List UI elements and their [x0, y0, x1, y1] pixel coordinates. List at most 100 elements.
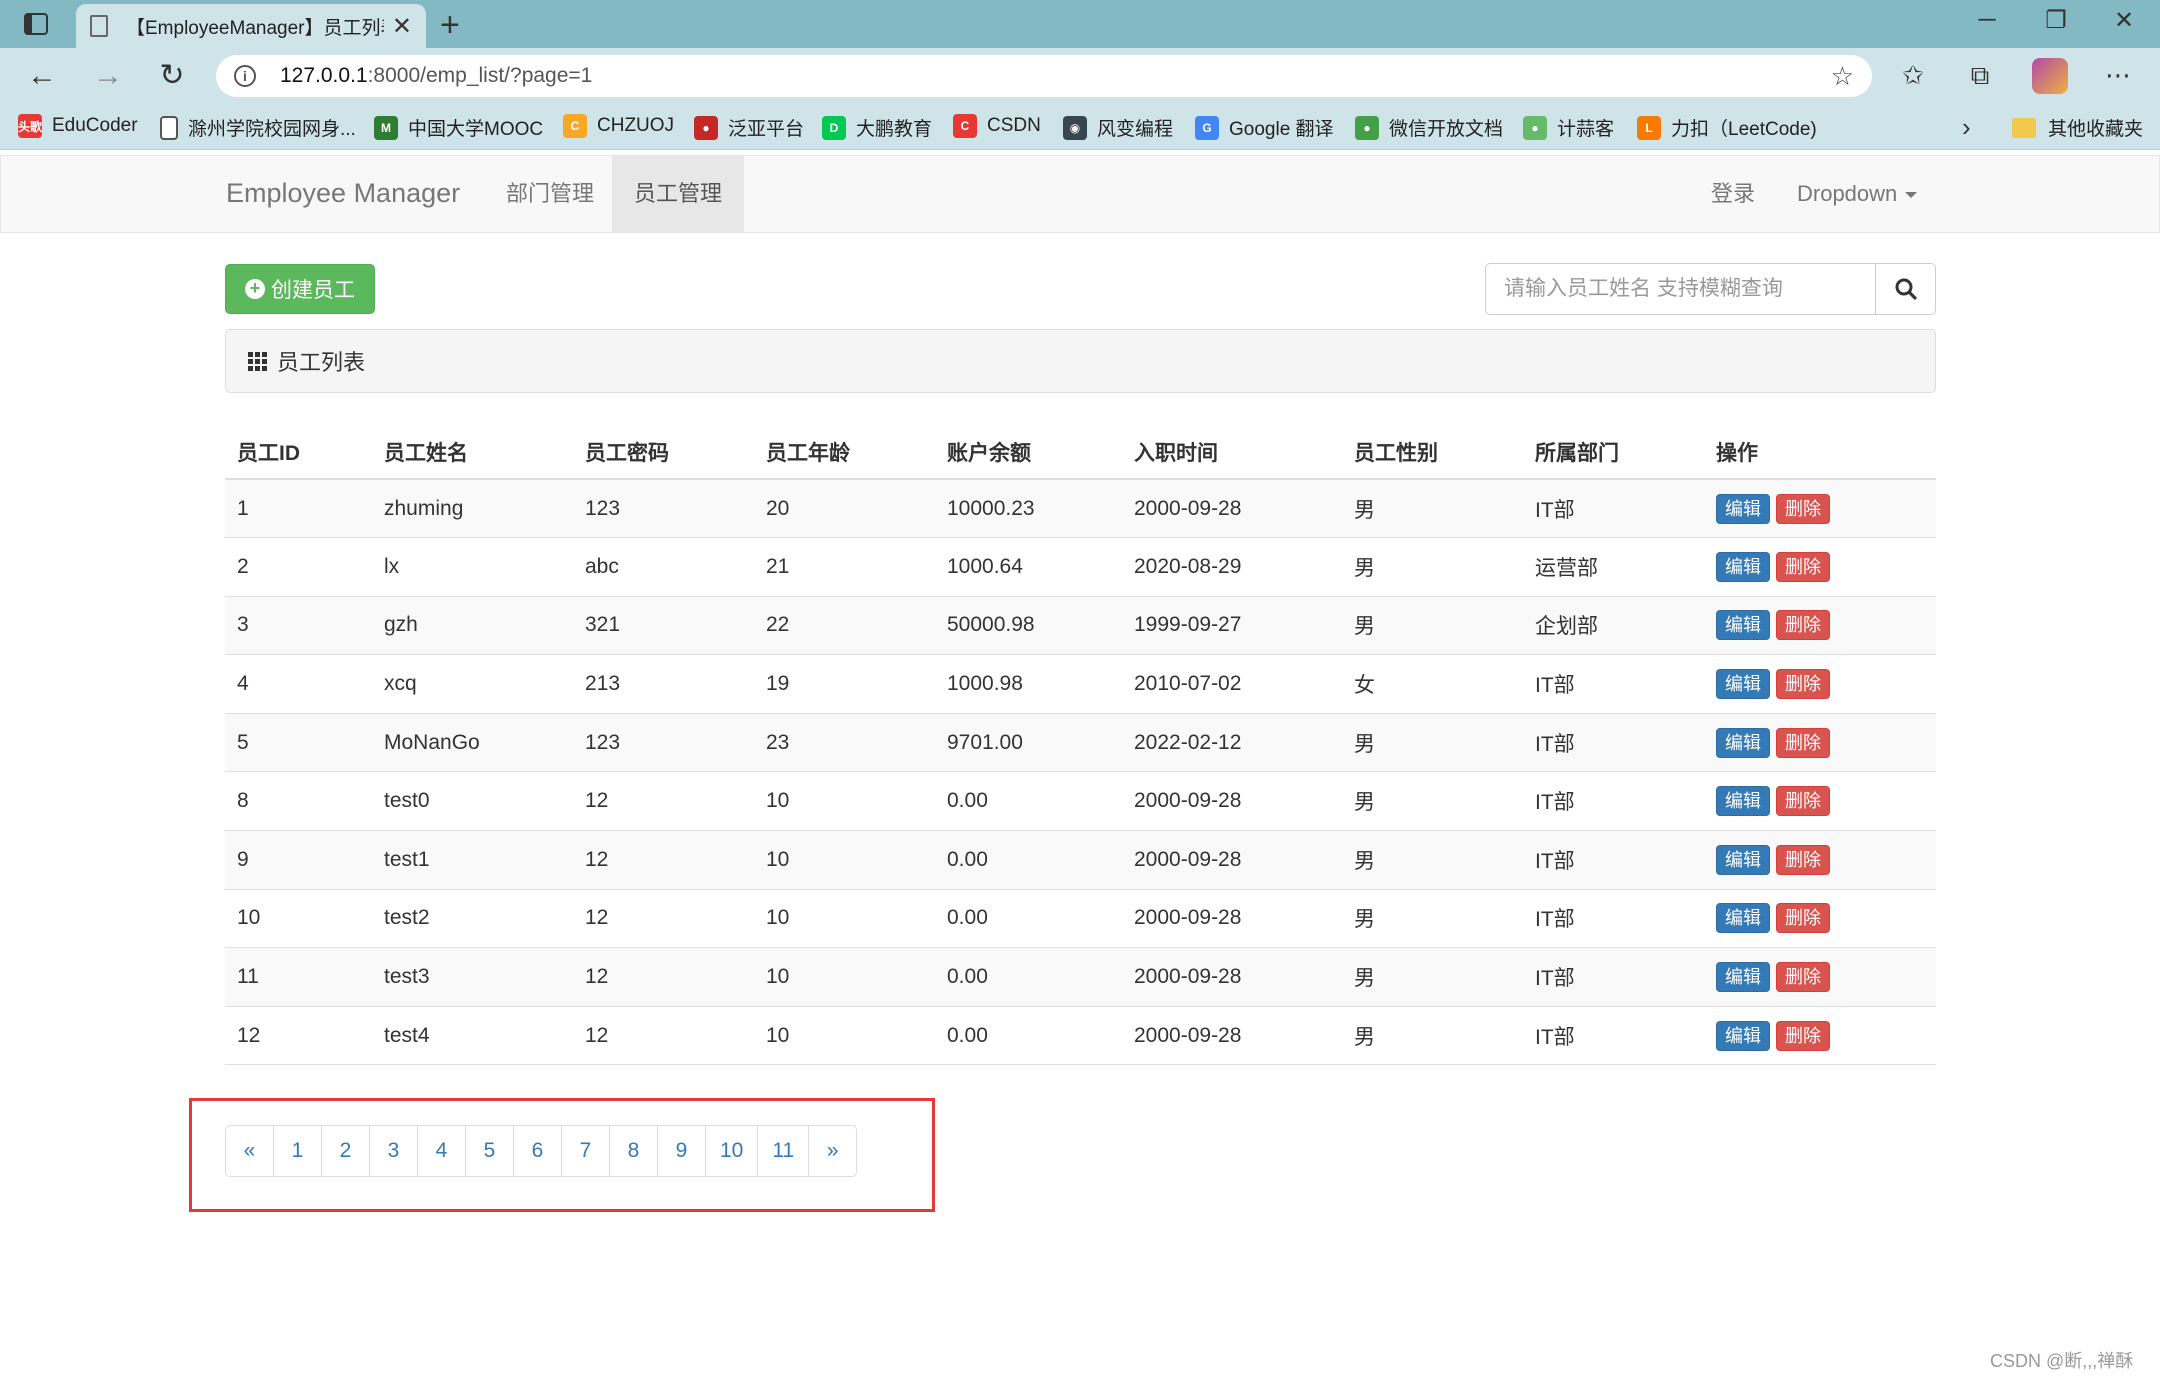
refresh-button[interactable]: ↻: [152, 58, 192, 94]
search-icon: [1895, 278, 1917, 300]
page-link[interactable]: 5: [465, 1125, 514, 1177]
page-link[interactable]: 11: [757, 1125, 810, 1177]
browser-tab[interactable]: 【EmployeeManager】员工列表 ✕: [76, 4, 426, 48]
add-favorite-icon[interactable]: ☆: [1831, 61, 1854, 92]
table-cell: 2000-09-28: [1122, 771, 1342, 832]
csdn-icon: C: [953, 114, 977, 138]
delete-button[interactable]: 删除: [1776, 962, 1830, 993]
forward-button[interactable]: →: [88, 58, 128, 94]
more-menu-icon[interactable]: ⋯: [2098, 60, 2138, 91]
url-host: 127.0.0.1: [280, 64, 368, 87]
edit-button[interactable]: 编辑: [1716, 610, 1770, 641]
new-tab-button[interactable]: +: [440, 6, 460, 45]
bookmark-item[interactable]: ● 计蒜客: [1523, 114, 1614, 141]
collections-icon[interactable]: ⧉: [1960, 60, 2000, 92]
brand-title[interactable]: Employee Manager: [226, 178, 460, 209]
address-bar[interactable]: i 127.0.0.1:8000/emp_list/?page=1 ☆: [216, 55, 1872, 97]
tab-title: 【EmployeeManager】员工列表: [126, 17, 384, 39]
bookmark-item[interactable]: L 力扣（LeetCode): [1637, 114, 1817, 141]
site-info-icon[interactable]: i: [234, 65, 256, 87]
bookmark-item[interactable]: ● 泛亚平台: [694, 114, 804, 141]
table-cell: 男: [1342, 889, 1523, 949]
bookmark-label: 力扣（LeetCode): [1671, 119, 1817, 140]
table-cell: 0.00: [935, 830, 1122, 890]
bookmark-item[interactable]: ● 微信开放文档: [1355, 114, 1503, 141]
bookmark-item[interactable]: G Google 翻译: [1195, 114, 1334, 141]
delete-button[interactable]: 删除: [1776, 551, 1830, 582]
bookmark-item[interactable]: M 中国大学MOOC: [374, 114, 543, 141]
search-input[interactable]: [1485, 263, 1877, 315]
table-cell: 10: [754, 1006, 935, 1066]
edit-button[interactable]: 编辑: [1716, 903, 1770, 934]
edit-button[interactable]: 编辑: [1716, 551, 1770, 582]
nav-dept-manage[interactable]: 部门管理: [484, 156, 616, 232]
back-button[interactable]: ←: [22, 58, 62, 94]
page-link[interactable]: 9: [657, 1125, 706, 1177]
delete-button[interactable]: 删除: [1776, 903, 1830, 934]
table-cell: 12: [573, 830, 754, 890]
page-link[interactable]: 8: [609, 1125, 658, 1177]
delete-button[interactable]: 删除: [1776, 493, 1830, 524]
bookmark-item[interactable]: D 大鹏教育: [822, 114, 932, 141]
page-link[interactable]: 1: [273, 1125, 322, 1177]
bookmarks-bar: 头歌 EduCoder 滁州学院校园网身... M 中国大学MOOC C CHZUOJ ● 泛亚…: [0, 104, 2160, 150]
edit-button[interactable]: 编辑: [1716, 669, 1770, 700]
page-link[interactable]: 4: [417, 1125, 466, 1177]
delete-button[interactable]: 删除: [1776, 727, 1830, 758]
delete-button[interactable]: 删除: [1776, 1020, 1830, 1051]
tab-close-icon[interactable]: ✕: [392, 12, 412, 41]
nav-dropdown[interactable]: Dropdown: [1775, 156, 1939, 232]
bookmark-item[interactable]: C CSDN: [953, 114, 1041, 138]
search-button[interactable]: [1876, 263, 1936, 315]
table-cell: test2: [372, 889, 573, 949]
create-employee-button[interactable]: + 创建员工: [225, 264, 375, 314]
address-toolbar: ← → ↻ i 127.0.0.1:8000/emp_list/?page=1 …: [0, 48, 2160, 104]
nav-login[interactable]: 登录: [1689, 156, 1777, 232]
delete-button[interactable]: 删除: [1776, 669, 1830, 700]
bookmark-item[interactable]: C CHZUOJ: [563, 114, 674, 138]
profile-avatar[interactable]: [2032, 58, 2068, 94]
page-icon: [90, 15, 108, 37]
url-text[interactable]: 127.0.0.1:8000/emp_list/?page=1: [280, 64, 1831, 88]
bookmark-label: 大鹏教育: [856, 119, 933, 140]
tab-actions-button[interactable]: [18, 8, 54, 40]
page-link[interactable]: 6: [513, 1125, 562, 1177]
table-cell: 19: [754, 654, 935, 714]
page-prev-link[interactable]: «: [225, 1125, 274, 1177]
bookmark-item[interactable]: 滁州学院校园网身...: [160, 114, 356, 141]
actions-cell: 编辑 删除: [1704, 537, 1936, 597]
restore-button[interactable]: ❐: [2024, 6, 2088, 35]
delete-button[interactable]: 删除: [1776, 786, 1830, 817]
page-next-link[interactable]: »: [808, 1125, 858, 1177]
search-group: [1485, 263, 1936, 315]
table-cell: 4: [225, 654, 372, 714]
other-bookmarks-folder[interactable]: 其他收藏夹: [2012, 114, 2143, 141]
page-link[interactable]: 7: [561, 1125, 610, 1177]
table-cell: 0.00: [935, 947, 1122, 1007]
minimize-button[interactable]: ─: [1955, 6, 2019, 34]
delete-button[interactable]: 删除: [1776, 610, 1830, 641]
page-link[interactable]: 10: [705, 1125, 759, 1177]
favorites-icon[interactable]: ✩: [1893, 60, 1933, 91]
page-link[interactable]: 3: [369, 1125, 418, 1177]
edit-button[interactable]: 编辑: [1716, 727, 1770, 758]
bookmarks-more-chevron-icon[interactable]: ›: [1962, 112, 1971, 143]
edit-button[interactable]: 编辑: [1716, 786, 1770, 817]
close-window-button[interactable]: ✕: [2092, 6, 2156, 35]
column-header: 员工ID: [225, 425, 372, 480]
bookmark-item[interactable]: 头歌 EduCoder: [18, 114, 138, 138]
edit-button[interactable]: 编辑: [1716, 962, 1770, 993]
table-cell: 10: [225, 889, 372, 949]
table-cell: 1: [225, 479, 372, 539]
edit-button[interactable]: 编辑: [1716, 844, 1770, 875]
edit-button[interactable]: 编辑: [1716, 493, 1770, 524]
edit-button[interactable]: 编辑: [1716, 1020, 1770, 1051]
table-cell: IT部: [1523, 889, 1704, 949]
delete-button[interactable]: 删除: [1776, 844, 1830, 875]
table-cell: test4: [372, 1006, 573, 1066]
bookmark-item[interactable]: ◉ 风变编程: [1063, 114, 1173, 141]
page-link[interactable]: 2: [321, 1125, 370, 1177]
table-cell: 12: [573, 889, 754, 949]
table-cell: IT部: [1523, 947, 1704, 1007]
nav-emp-manage[interactable]: 员工管理: [612, 156, 745, 232]
